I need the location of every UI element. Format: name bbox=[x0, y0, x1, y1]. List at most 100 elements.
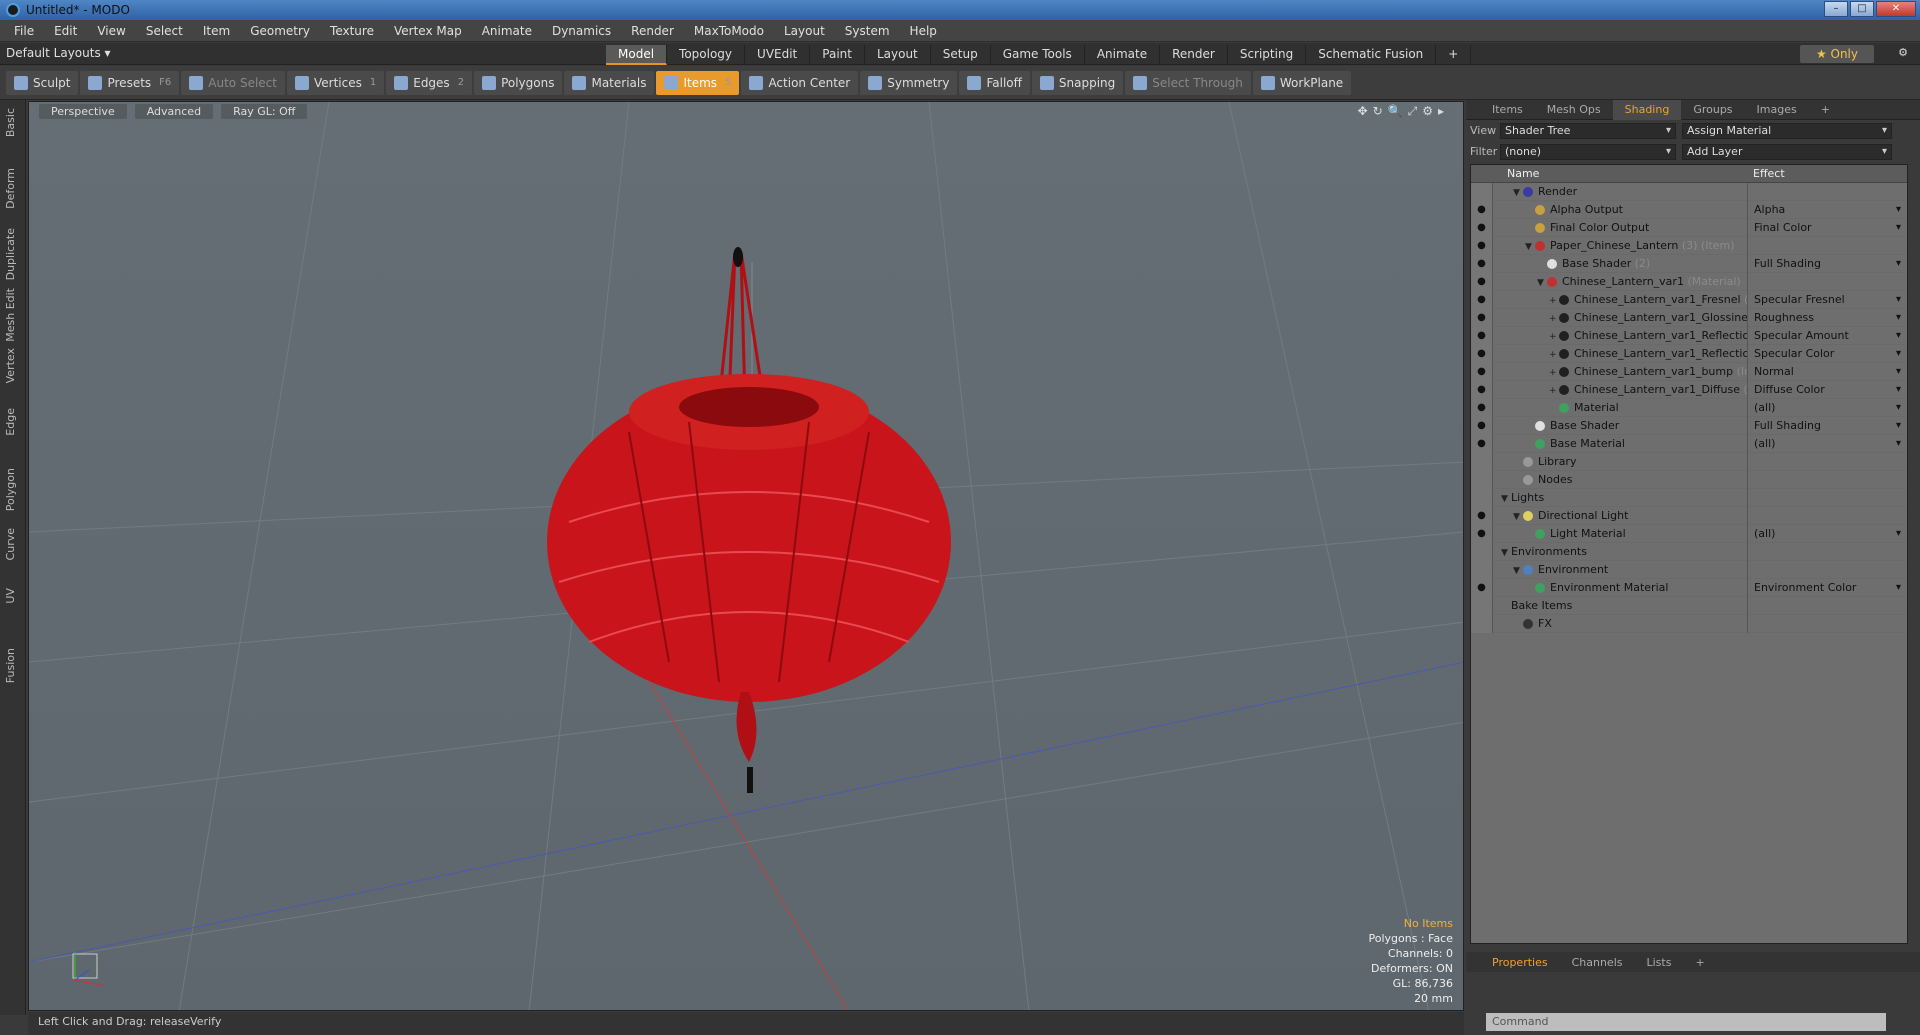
auto-select-button[interactable]: Auto Select bbox=[181, 70, 285, 95]
effect-dropdown[interactable]: Final Color bbox=[1747, 218, 1907, 237]
action-center-button[interactable]: Action Center bbox=[741, 70, 859, 95]
expand-toggle-icon[interactable]: + bbox=[1549, 382, 1559, 399]
effect-dropdown[interactable]: Full Shading bbox=[1747, 416, 1907, 435]
effect-dropdown[interactable]: Environment Color bbox=[1747, 578, 1907, 597]
visibility-eye-icon[interactable]: ● bbox=[1471, 326, 1493, 345]
workplane-button[interactable]: WorkPlane bbox=[1252, 70, 1352, 95]
visibility-eye-icon[interactable]: ● bbox=[1471, 524, 1493, 543]
visibility-eye-icon[interactable]: ● bbox=[1471, 398, 1493, 417]
right-tab-groups[interactable]: Groups bbox=[1681, 103, 1744, 116]
effect-column-header[interactable]: Effect bbox=[1747, 167, 1785, 180]
tab-scripting[interactable]: Scripting bbox=[1228, 45, 1307, 65]
tab-layout[interactable]: Layout bbox=[865, 45, 931, 65]
menu-texture[interactable]: Texture bbox=[320, 24, 384, 38]
shader-tree-row[interactable]: ●+Chinese_Lantern_var1_Reflection (I...S… bbox=[1471, 344, 1907, 363]
effect-dropdown[interactable]: Roughness bbox=[1747, 308, 1907, 327]
expand-toggle-icon[interactable]: ▼ bbox=[1525, 238, 1535, 255]
menu-select[interactable]: Select bbox=[136, 24, 193, 38]
left-tab-curve[interactable]: Curve bbox=[4, 528, 17, 560]
menu-system[interactable]: System bbox=[835, 24, 900, 38]
right-tab-add[interactable]: + bbox=[1809, 103, 1842, 116]
tab-schematic-fusion[interactable]: Schematic Fusion bbox=[1306, 45, 1437, 65]
tab-model[interactable]: Model bbox=[606, 45, 668, 65]
shader-tree-row[interactable]: ●+Chinese_Lantern_var1_Glossiness (I...R… bbox=[1471, 308, 1907, 327]
effect-dropdown[interactable]: Specular Color bbox=[1747, 344, 1907, 363]
shader-tree-row[interactable]: ● Material (all) bbox=[1471, 398, 1907, 417]
expand-toggle-icon[interactable]: ▼ bbox=[1513, 508, 1523, 525]
shader-tree-row[interactable]: ● Light Material (all) bbox=[1471, 524, 1907, 543]
visibility-eye-icon[interactable] bbox=[1471, 560, 1493, 579]
visibility-eye-icon[interactable] bbox=[1471, 488, 1493, 507]
tab-topology[interactable]: Topology bbox=[667, 45, 746, 65]
snapping-button[interactable]: Snapping bbox=[1031, 70, 1124, 95]
menu-view[interactable]: View bbox=[87, 24, 135, 38]
effect-dropdown[interactable]: Specular Fresnel bbox=[1747, 290, 1907, 309]
expand-toggle-icon[interactable]: ▼ bbox=[1537, 274, 1547, 291]
expand-toggle-icon[interactable]: + bbox=[1549, 310, 1559, 327]
symmetry-button[interactable]: Symmetry bbox=[860, 70, 958, 95]
menu-layout[interactable]: Layout bbox=[774, 24, 835, 38]
perspective-dropdown[interactable]: Perspective bbox=[39, 104, 127, 119]
items-button[interactable]: Items 5 bbox=[656, 70, 740, 95]
gear-icon[interactable]: ⚙ bbox=[1898, 46, 1908, 59]
effect-dropdown[interactable]: (all) bbox=[1747, 524, 1907, 543]
tab-animate[interactable]: Animate bbox=[1085, 45, 1161, 65]
menu-item[interactable]: Item bbox=[193, 24, 240, 38]
edges-button[interactable]: Edges 2 bbox=[386, 70, 473, 95]
visibility-eye-icon[interactable] bbox=[1471, 452, 1493, 471]
shader-tree-row[interactable]: ● ▼ Paper_Chinese_Lantern (3) (Item) bbox=[1471, 236, 1907, 255]
shader-tree-row[interactable]: ● + Chinese_Lantern_var1_bump (Image)Norma… bbox=[1471, 362, 1907, 381]
sculpt-button[interactable]: Sculpt bbox=[6, 70, 79, 95]
visibility-eye-icon[interactable]: ● bbox=[1471, 272, 1493, 291]
view-dropdown[interactable]: Shader Tree bbox=[1500, 122, 1676, 139]
effect-dropdown[interactable]: Diffuse Color bbox=[1747, 380, 1907, 399]
expand-toggle-icon[interactable]: + bbox=[1549, 328, 1559, 345]
shader-tree-row[interactable]: ▼ Environment bbox=[1471, 560, 1907, 579]
shader-tree-row[interactable]: ● Base Shader Full Shading bbox=[1471, 416, 1907, 435]
bottom-tab-properties[interactable]: Properties bbox=[1480, 956, 1560, 969]
left-tab-deform[interactable]: Deform bbox=[4, 168, 17, 209]
shader-tree-row[interactable]: ● ▼ Chinese_Lantern_var1 (Material) bbox=[1471, 272, 1907, 291]
visibility-eye-icon[interactable]: ● bbox=[1471, 362, 1493, 381]
shader-tree-row[interactable]: ▼ Lights bbox=[1471, 488, 1907, 507]
expand-toggle-icon[interactable]: ▼ bbox=[1501, 490, 1511, 507]
effect-dropdown[interactable]: Alpha bbox=[1747, 200, 1907, 219]
menu-edit[interactable]: Edit bbox=[44, 24, 87, 38]
menu-dynamics[interactable]: Dynamics bbox=[542, 24, 621, 38]
menu-animate[interactable]: Animate bbox=[472, 24, 542, 38]
effect-dropdown[interactable]: (all) bbox=[1747, 434, 1907, 453]
assign-material-dropdown[interactable]: Assign Material bbox=[1682, 122, 1892, 139]
visibility-eye-icon[interactable]: ● bbox=[1471, 290, 1493, 309]
shader-tree-row[interactable]: ●+Chinese_Lantern_var1_Diffuse (Ima...Di… bbox=[1471, 380, 1907, 399]
visibility-eye-icon[interactable] bbox=[1471, 614, 1493, 633]
shader-tree-row[interactable]: Library bbox=[1471, 452, 1907, 471]
tab-paint[interactable]: Paint bbox=[810, 45, 865, 65]
visibility-eye-icon[interactable]: ● bbox=[1471, 218, 1493, 237]
expand-toggle-icon[interactable]: ▼ bbox=[1513, 562, 1523, 579]
shader-tree-row[interactable]: ● ▼ Directional Light bbox=[1471, 506, 1907, 525]
shader-tree-row[interactable]: ● Alpha Output Alpha bbox=[1471, 200, 1907, 219]
viewport-nav-tools[interactable]: ✥↻🔍⤢⚙▸ bbox=[1358, 104, 1449, 119]
visibility-eye-icon[interactable]: ● bbox=[1471, 200, 1493, 219]
effect-dropdown[interactable]: (all) bbox=[1747, 398, 1907, 417]
tab-add[interactable]: + bbox=[1436, 45, 1472, 65]
left-tab-duplicate[interactable]: Duplicate bbox=[4, 228, 17, 280]
close-button[interactable]: ✕ bbox=[1876, 1, 1916, 17]
bottom-tab-channels[interactable]: Channels bbox=[1560, 956, 1635, 969]
visibility-eye-icon[interactable]: ● bbox=[1471, 344, 1493, 363]
right-tab-images[interactable]: Images bbox=[1745, 103, 1809, 116]
shader-tree-row[interactable]: FX bbox=[1471, 614, 1907, 633]
visibility-eye-icon[interactable]: ● bbox=[1471, 506, 1493, 525]
effect-dropdown[interactable]: Normal bbox=[1747, 362, 1907, 381]
vertices-button[interactable]: Vertices 1 bbox=[286, 70, 385, 95]
bottom-tab-lists[interactable]: Lists bbox=[1635, 956, 1684, 969]
shader-tree-row[interactable]: Bake Items bbox=[1471, 596, 1907, 615]
maximize-button[interactable]: □ bbox=[1850, 1, 1874, 17]
3d-viewport[interactable]: Perspective Advanced Ray GL: Off ✥↻🔍⤢⚙▸ … bbox=[28, 101, 1464, 1011]
raygl-dropdown[interactable]: Ray GL: Off bbox=[221, 104, 308, 119]
bottom-tab-add[interactable]: + bbox=[1683, 956, 1716, 969]
advanced-dropdown[interactable]: Advanced bbox=[134, 104, 214, 119]
minimize-button[interactable]: – bbox=[1824, 1, 1848, 17]
effect-dropdown[interactable]: Full Shading bbox=[1747, 254, 1907, 273]
tab-render[interactable]: Render bbox=[1160, 45, 1228, 65]
